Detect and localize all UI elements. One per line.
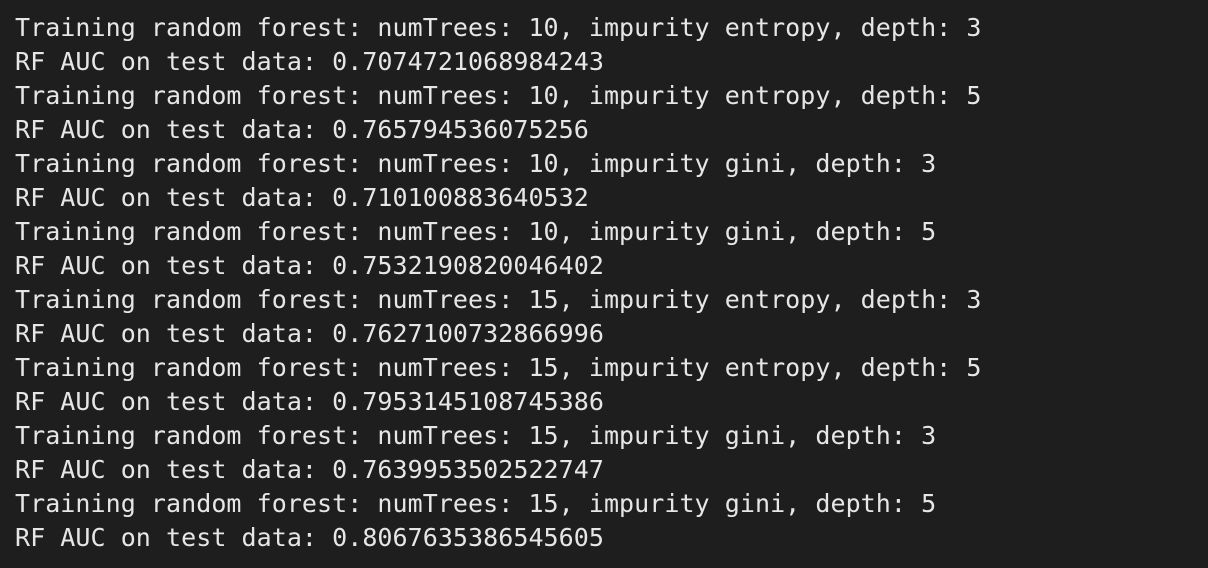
- output-line: Training random forest: numTrees: 15, im…: [15, 489, 937, 518]
- output-line: RF AUC on test data: 0.7074721068984243: [15, 47, 604, 76]
- output-line: Training random forest: numTrees: 15, im…: [15, 421, 937, 450]
- output-line: RF AUC on test data: 0.7639953502522747: [15, 455, 604, 484]
- output-line: Training random forest: numTrees: 15, im…: [15, 285, 982, 314]
- output-line: Training random forest: numTrees: 15, im…: [15, 353, 982, 382]
- terminal-output[interactable]: Training random forest: numTrees: 10, im…: [0, 0, 1208, 568]
- output-line: RF AUC on test data: 0.8067635386545605: [15, 523, 604, 552]
- output-line: Training random forest: numTrees: 10, im…: [15, 149, 937, 178]
- output-line: Training random forest: numTrees: 10, im…: [15, 81, 982, 110]
- output-line: RF AUC on test data: 0.7627100732866996: [15, 319, 604, 348]
- output-line: RF AUC on test data: 0.710100883640532: [15, 183, 589, 212]
- output-line: Training random forest: numTrees: 10, im…: [15, 13, 982, 42]
- output-line: RF AUC on test data: 0.7953145108745386: [15, 387, 604, 416]
- output-line: RF AUC on test data: 0.765794536075256: [15, 115, 589, 144]
- output-line: RF AUC on test data: 0.7532190820046402: [15, 251, 604, 280]
- output-line: Training random forest: numTrees: 10, im…: [15, 217, 937, 246]
